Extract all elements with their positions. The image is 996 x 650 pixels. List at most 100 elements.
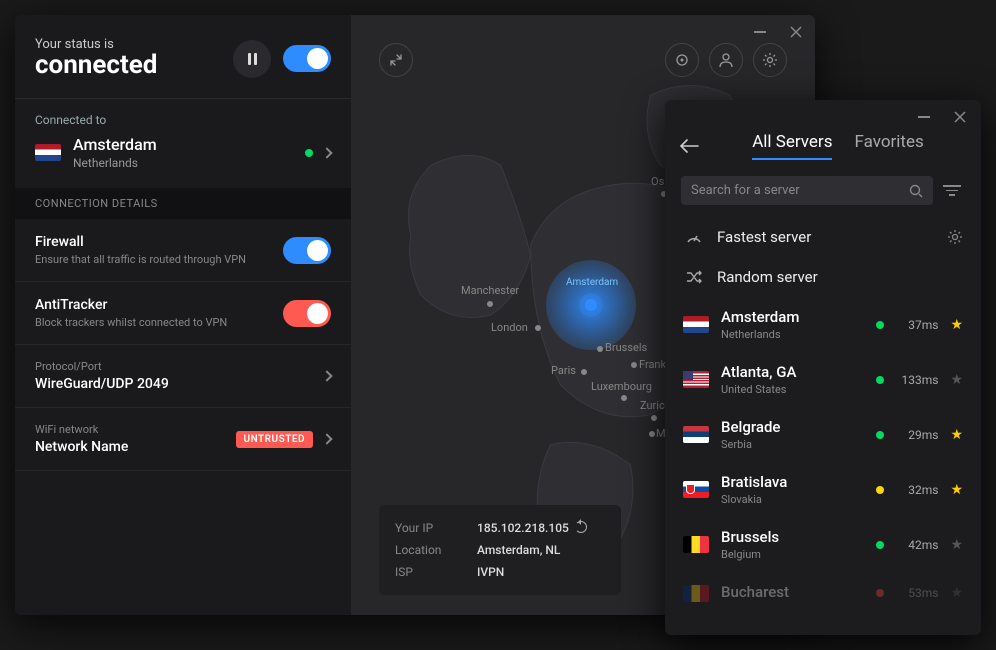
random-label: Random server (717, 268, 818, 286)
status-dot-icon (876, 431, 884, 439)
protocol-row[interactable]: Protocol/Port WireGuard/UDP 2049 (15, 345, 351, 408)
server-row[interactable]: Brussels Belgium 42ms ★ (665, 517, 981, 572)
flag-icon-us (683, 371, 709, 388)
location-label: Location (395, 543, 477, 557)
ip-info-box: Your IP 185.102.218.105 Location Amsterd… (379, 505, 621, 595)
filter-icon (943, 185, 961, 187)
favorite-star-button[interactable]: ★ (950, 372, 963, 388)
sidebar: Your status is connected Connected to Am… (15, 15, 351, 615)
server-ping: 37ms (896, 318, 938, 332)
connected-city: Amsterdam (73, 135, 293, 154)
tab-favorites[interactable]: Favorites (854, 132, 923, 160)
map-city-paris: Paris (551, 364, 576, 377)
favorite-star-button[interactable]: ★ (950, 427, 963, 443)
ip-label: Your IP (395, 521, 477, 535)
flag-icon-be (683, 536, 709, 553)
tab-all-servers[interactable]: All Servers (752, 132, 832, 160)
antitracker-row[interactable]: AntiTracker Block trackers whilst connec… (15, 282, 351, 345)
server-row[interactable]: Atlanta, GAUnited States133ms★ (665, 352, 981, 407)
ip-value: 185.102.218.105 (477, 521, 569, 535)
search-box[interactable] (681, 176, 933, 205)
antitracker-subtitle: Block trackers whilst connected to VPN (35, 316, 283, 329)
connected-server-row[interactable]: Connected to Amsterdam Netherlands (15, 98, 351, 188)
refresh-ip-button[interactable] (575, 521, 587, 533)
server-row[interactable]: Belgrade Serbia 29ms ★ (665, 407, 981, 462)
firewall-subtitle: Ensure that all traffic is routed throug… (35, 253, 283, 266)
fastest-settings-button[interactable] (947, 229, 963, 245)
shuffle-icon (683, 268, 705, 286)
server-ping: 133ms (896, 373, 938, 387)
favorite-star-button[interactable]: ★ (950, 482, 963, 498)
server-city: Bucharest (721, 583, 864, 601)
favorite-star-button[interactable]: ★ (950, 537, 963, 553)
status-dot-icon (876, 589, 884, 597)
status-dot-icon (876, 541, 884, 549)
server-list[interactable]: Fastest server Random server AmsterdamNe… (665, 211, 981, 635)
minimize-icon (918, 116, 930, 118)
panel-minimize-button[interactable] (915, 108, 933, 126)
status-dot-icon (305, 149, 313, 157)
flag-icon-nl (683, 316, 709, 333)
server-city: Atlanta, GA (721, 363, 864, 381)
status-dot-icon (876, 321, 884, 329)
server-row[interactable]: AmsterdamNetherlands37ms★ (665, 297, 981, 352)
map-city-london: London (491, 321, 528, 334)
server-ping: 32ms (896, 483, 938, 497)
chevron-right-icon (321, 370, 332, 381)
firewall-toggle[interactable] (283, 237, 331, 264)
server-panel: All Servers Favorites Fastest server (665, 100, 981, 635)
server-ping: 42ms (896, 538, 938, 552)
wifi-label: WiFi network (35, 423, 236, 436)
server-city: Belgrade (721, 418, 864, 436)
server-row[interactable]: Bucharest53ms★ (665, 572, 981, 614)
connected-to-label: Connected to (35, 113, 331, 127)
protocol-value: WireGuard/UDP 2049 (35, 376, 323, 392)
map-city-luxembourg: Luxembourg (591, 380, 652, 393)
untrusted-badge: UNTRUSTED (236, 431, 313, 448)
status-value: connected (35, 50, 157, 80)
connected-country: Netherlands (73, 156, 293, 170)
map-city-brussels: Brussels (605, 341, 647, 354)
chevron-right-icon (321, 147, 332, 158)
server-ping: 29ms (896, 428, 938, 442)
connection-toggle[interactable] (283, 45, 331, 72)
favorite-star-button[interactable]: ★ (950, 585, 963, 601)
filter-button[interactable] (943, 185, 965, 196)
status-dot-icon (876, 376, 884, 384)
protocol-label: Protocol/Port (35, 360, 323, 373)
flag-icon-nl (35, 144, 61, 161)
server-row[interactable]: Bratislava Slovakia 32ms ★ (665, 462, 981, 517)
server-city: Brussels (721, 528, 864, 546)
status-text: Your status is connected (35, 37, 157, 80)
location-value: Amsterdam, NL (477, 543, 560, 557)
favorite-star-button[interactable]: ★ (950, 317, 963, 333)
firewall-title: Firewall (35, 234, 283, 250)
antitracker-title: AntiTracker (35, 297, 283, 313)
fastest-server-row[interactable]: Fastest server (665, 217, 981, 257)
antitracker-toggle[interactable] (283, 300, 331, 327)
firewall-row[interactable]: Firewall Ensure that all traffic is rout… (15, 219, 351, 282)
pause-button[interactable] (233, 40, 271, 78)
connection-details-header: CONNECTION DETAILS (15, 188, 351, 219)
gauge-icon (683, 228, 705, 246)
search-icon (909, 184, 923, 198)
status-block: Your status is connected (15, 15, 351, 98)
chevron-right-icon (321, 433, 332, 444)
search-input[interactable] (691, 183, 909, 198)
back-button[interactable] (679, 139, 699, 153)
server-city: Bratislava (721, 473, 864, 491)
connection-marker (546, 260, 636, 350)
random-server-row[interactable]: Random server (665, 257, 981, 297)
panel-close-button[interactable] (951, 108, 969, 126)
server-country: Slovakia (721, 493, 864, 506)
flag-icon-sk (683, 481, 709, 498)
server-country: Belgium (721, 548, 864, 561)
pause-icon (248, 53, 257, 65)
server-country: Serbia (721, 438, 864, 451)
fastest-label: Fastest server (717, 228, 811, 246)
wifi-value: Network Name (35, 439, 236, 455)
status-dot-icon (876, 486, 884, 494)
flag-icon-rs (683, 426, 709, 443)
arrow-left-icon (679, 139, 699, 153)
wifi-row[interactable]: WiFi network Network Name UNTRUSTED (15, 408, 351, 471)
